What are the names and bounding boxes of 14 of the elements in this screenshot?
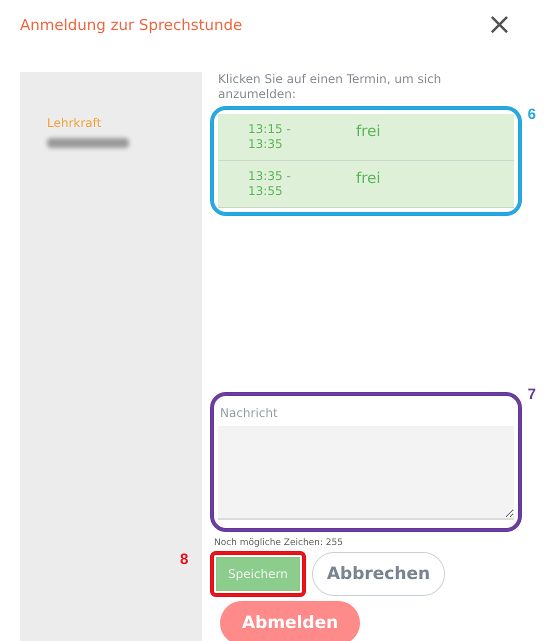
time-slot[interactable]: 13:15 - 13:35 frei bbox=[218, 114, 514, 161]
save-button[interactable]: Speichern bbox=[216, 557, 300, 591]
message-label: Nachricht bbox=[220, 406, 279, 420]
callout-number: 8 bbox=[180, 551, 188, 568]
time-slot[interactable]: 13:35 - 13:55 frei bbox=[218, 161, 514, 208]
instruction-text: Klicken Sie auf einen Termin, um sich anzumelden: bbox=[217, 72, 442, 102]
teacher-label: Lehrkraft bbox=[47, 116, 102, 130]
message-field[interactable] bbox=[218, 426, 514, 520]
cancel-button[interactable]: Abbrechen bbox=[312, 552, 446, 596]
dialog-title: Anmeldung zur Sprechstunde bbox=[20, 16, 242, 34]
logout-button[interactable]: Abmelden bbox=[220, 601, 360, 641]
callout-number: 7 bbox=[528, 386, 536, 403]
callout-number: 6 bbox=[528, 106, 536, 123]
character-counter: Noch mögliche Zeichen: 255 bbox=[214, 538, 344, 549]
